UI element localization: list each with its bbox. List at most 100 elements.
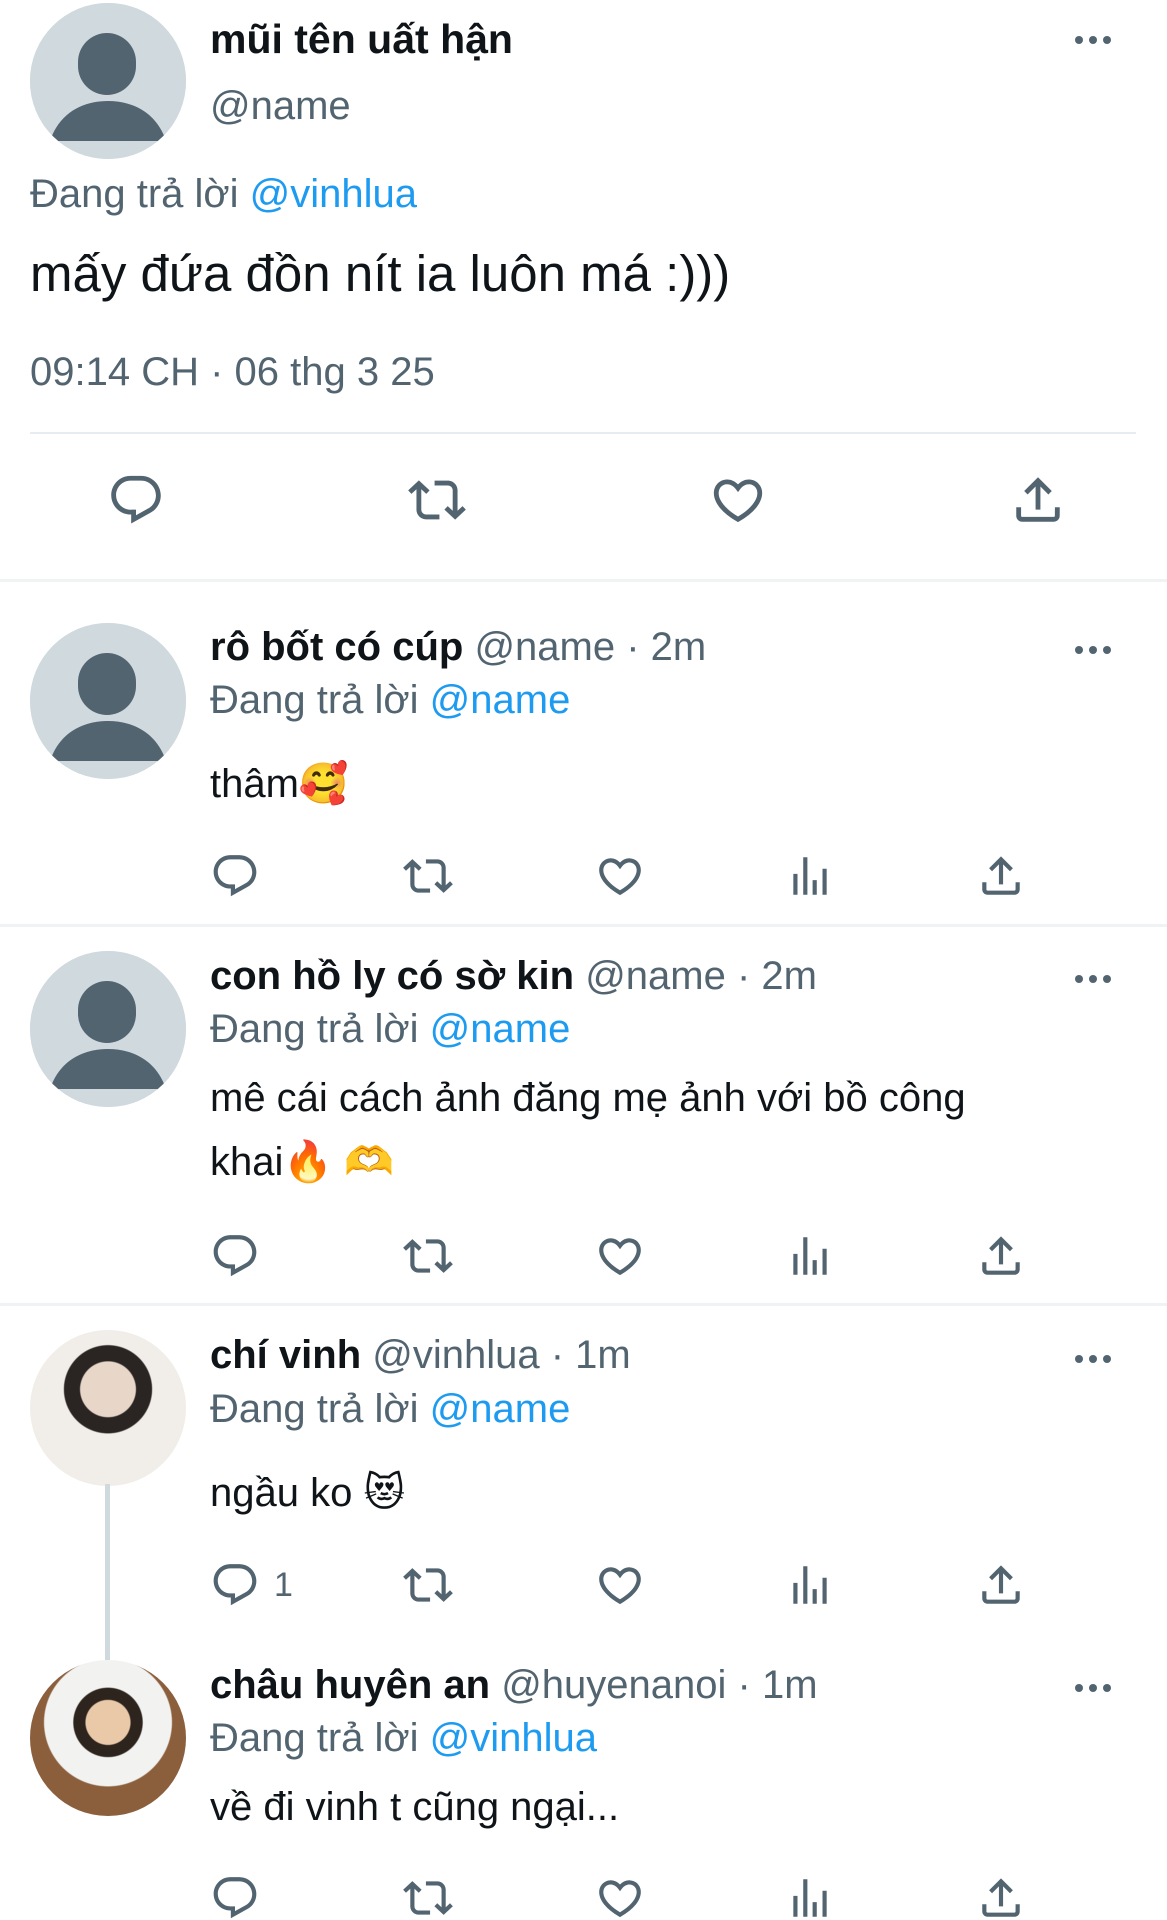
default-avatar-icon [30,623,186,779]
share-button[interactable] [1008,470,1068,530]
views-icon [785,1231,835,1281]
like-button[interactable] [595,848,645,904]
replying-to-link[interactable]: @vinhlua [250,172,417,216]
retweet-button[interactable] [403,1228,453,1284]
more-icon[interactable] [1075,36,1111,44]
replying-to-line: Đang trả lời @name [210,678,570,723]
reply-icon [210,1231,260,1281]
reply-header: chí vinh @vinhlua · 1m [210,1333,631,1378]
views-button[interactable] [785,1870,835,1920]
like-icon [709,471,767,529]
like-icon [595,1560,645,1610]
replying-to-link[interactable]: @name [430,678,571,722]
replying-prefix: Đang trả lời [210,1387,419,1431]
divider [0,579,1167,582]
like-icon [595,1873,645,1920]
tweet-timestamp[interactable]: 09:14 CH · 06 thg 3 25 [30,350,435,395]
author-display-name[interactable]: mũi tên uất hận [210,16,513,63]
author-meta[interactable]: @vinhlua · 1m [372,1333,630,1377]
share-button[interactable] [976,848,1026,904]
like-icon [595,851,645,901]
share-icon [976,1560,1026,1610]
tweet-text-line-1: mê cái cách ảnh đăng mẹ ảnh với bồ công [210,1076,966,1120]
reply-header: con hồ ly có sờ kin @name · 2m [210,954,817,999]
retweet-icon [403,1873,453,1920]
share-icon [976,1231,1026,1281]
more-icon[interactable] [1075,975,1111,983]
tweet-text: thâm🥰 [210,762,349,806]
retweet-button[interactable] [407,470,467,530]
retweet-icon [403,851,453,901]
share-icon [976,851,1026,901]
author-display-name[interactable]: rô bốt có cúp [210,625,463,669]
tweet-action-bar [0,848,1167,908]
author-display-name[interactable]: chí vinh [210,1333,361,1377]
like-button[interactable] [595,1870,645,1920]
retweet-icon [403,1560,453,1610]
author-meta[interactable]: @name · 2m [474,625,706,669]
retweet-button[interactable] [403,1557,453,1613]
views-icon [785,1560,835,1610]
replying-prefix: Đang trả lời [210,1716,419,1760]
main-tweet: mũi tên uất hận @name Đang trả lời @vinh… [0,0,1167,579]
share-button[interactable] [976,1228,1026,1284]
like-button[interactable] [595,1228,645,1284]
retweet-icon [403,1231,453,1281]
replying-to-link[interactable]: @name [430,1007,571,1051]
replying-prefix: Đang trả lời [30,172,239,216]
avatar[interactable] [30,1660,186,1816]
views-button[interactable] [785,848,835,904]
avatar[interactable] [30,1330,186,1486]
share-icon [976,1873,1026,1920]
retweet-icon [408,471,466,529]
reply-header: châu huyên an @huyenanoi · 1m [210,1663,818,1708]
reply-icon [210,851,260,901]
more-icon[interactable] [1075,646,1111,654]
avatar[interactable] [30,3,186,159]
tweet-action-bar [0,1870,1167,1920]
views-icon [785,851,835,901]
like-icon [595,1231,645,1281]
more-icon[interactable] [1075,1355,1111,1363]
share-button[interactable] [976,1557,1026,1613]
replying-to-line: Đang trả lời @name [210,1007,570,1052]
views-icon [785,1873,835,1920]
reply-icon [107,471,165,529]
reply-button[interactable] [210,1228,274,1284]
tweet-action-bar: 1 [0,1557,1167,1617]
reply-count: 1 [274,1565,293,1604]
more-icon[interactable] [1075,1684,1111,1692]
divider [0,1303,1167,1306]
reply-button[interactable] [210,1870,274,1920]
retweet-button[interactable] [403,848,453,904]
author-handle[interactable]: @name [210,84,351,129]
author-display-name[interactable]: con hồ ly có sờ kin [210,954,574,998]
reply-button[interactable]: 1 [210,1557,293,1613]
replying-prefix: Đang trả lời [210,678,419,722]
share-icon [1009,471,1067,529]
avatar[interactable] [30,623,186,779]
like-button[interactable] [708,470,768,530]
share-button[interactable] [976,1870,1026,1920]
default-avatar-icon [30,3,186,159]
replying-to-link[interactable]: @name [430,1387,571,1431]
reply-button[interactable] [210,848,274,904]
default-avatar-icon [30,951,186,1107]
author-meta[interactable]: @huyenanoi · 1m [501,1663,817,1707]
avatar[interactable] [30,951,186,1107]
reply-header: rô bốt có cúp @name · 2m [210,625,706,670]
like-button[interactable] [595,1557,645,1613]
divider [30,432,1136,434]
retweet-button[interactable] [403,1870,453,1920]
reply-button[interactable] [106,470,166,530]
reply-icon [210,1873,260,1920]
replying-to-line: Đang trả lời @vinhlua [30,172,417,217]
reply-icon [210,1560,260,1610]
views-button[interactable] [785,1228,835,1284]
views-button[interactable] [785,1557,835,1613]
author-meta[interactable]: @name · 2m [585,954,817,998]
replying-to-line: Đang trả lời @vinhlua [210,1716,597,1761]
replying-to-link[interactable]: @vinhlua [430,1716,597,1760]
author-display-name[interactable]: châu huyên an [210,1663,490,1707]
tweet-text-line-2: khai🔥 🫶 [210,1140,395,1184]
